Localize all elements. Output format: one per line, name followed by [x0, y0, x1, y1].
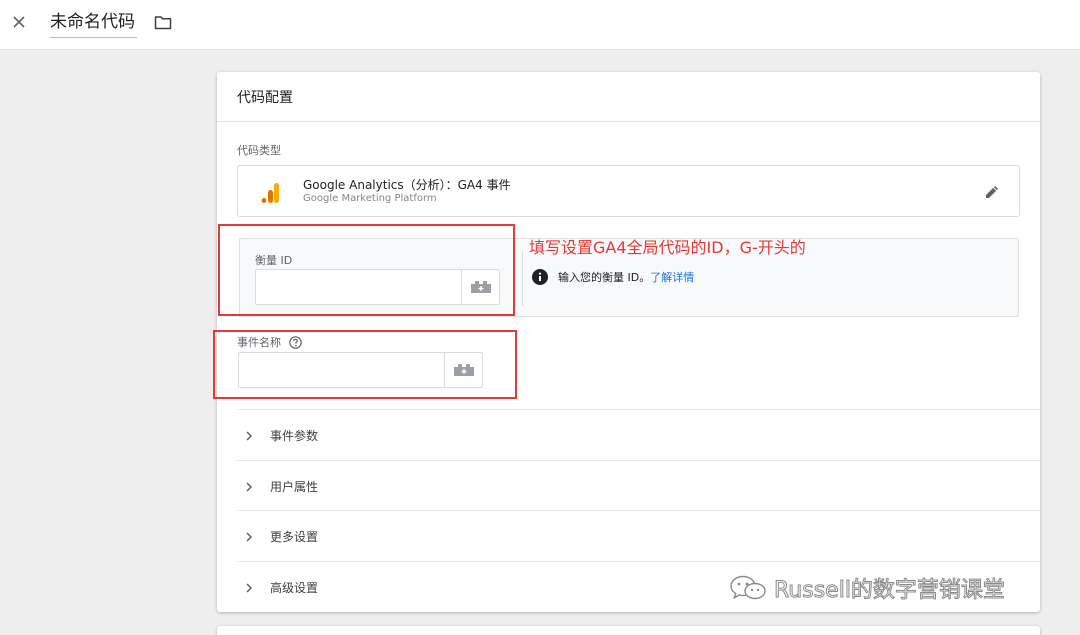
- wechat-logo-icon: [730, 575, 766, 600]
- tag-type-selector[interactable]: Google Analytics（分析）：GA4 事件 Google Marke…: [237, 165, 1020, 217]
- triggering-card: [217, 626, 1040, 635]
- chevron-right-icon: [243, 580, 255, 594]
- chevron-right-icon: [243, 479, 255, 493]
- annotation-text: 填写设置GA4全局代码的ID，G-开头的: [529, 238, 806, 257]
- annotation-box-measurement-id: [218, 224, 515, 316]
- info-message: 输入您的衡量 ID。了解详情: [558, 269, 694, 285]
- section-label: 更多设置: [270, 530, 319, 544]
- learn-more-link[interactable]: 了解详情: [650, 271, 694, 284]
- info-text: 输入您的衡量 ID。: [558, 271, 651, 284]
- watermark: Russell的数字营销课堂: [728, 571, 1005, 605]
- section-user-properties[interactable]: 用户属性: [237, 460, 1040, 511]
- tag-type-platform: Google Marketing Platform: [303, 193, 437, 204]
- section-more-settings[interactable]: 更多设置: [237, 510, 1040, 561]
- close-icon[interactable]: [8, 11, 30, 33]
- chevron-right-icon: [243, 428, 255, 442]
- section-label: 高级设置: [270, 581, 319, 595]
- card-header: 代码配置: [217, 72, 1040, 122]
- pencil-icon[interactable]: [981, 181, 1003, 203]
- watermark-text: Russell的数字营销课堂: [774, 578, 1006, 604]
- tag-type-name: Google Analytics（分析）：GA4 事件: [303, 178, 511, 192]
- section-label: 用户属性: [270, 480, 319, 494]
- top-bar: 未命名代码: [0, 0, 1080, 50]
- tag-type-label: 代码类型: [237, 144, 281, 157]
- folder-icon[interactable]: [152, 12, 174, 32]
- info-icon: [532, 269, 548, 285]
- tag-name-title[interactable]: 未命名代码: [50, 10, 137, 38]
- chevron-right-icon: [243, 529, 255, 543]
- annotation-box-event-name: [213, 330, 517, 399]
- card-title: 代码配置: [237, 90, 293, 106]
- google-analytics-icon: [260, 181, 284, 205]
- section-event-parameters[interactable]: 事件参数: [237, 409, 1040, 460]
- panel-divider: [522, 251, 523, 306]
- section-label: 事件参数: [270, 429, 319, 443]
